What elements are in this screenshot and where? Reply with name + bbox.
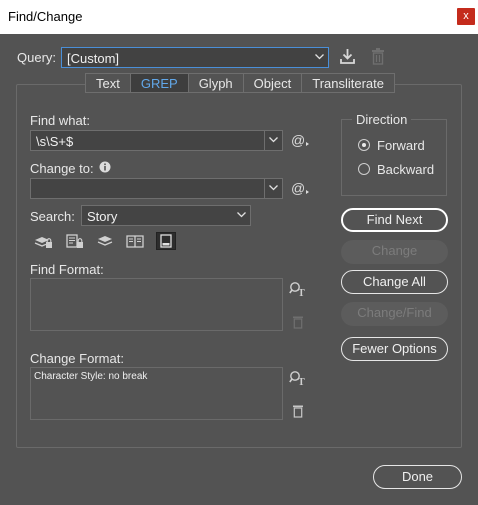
change-button[interactable]: Change	[341, 240, 448, 264]
chevron-down-icon[interactable]	[264, 131, 282, 150]
window-title: Find/Change	[8, 9, 83, 24]
tab-glyph[interactable]: Glyph	[187, 73, 243, 93]
tab-text[interactable]: Text	[85, 73, 130, 93]
special-characters-icon[interactable]: @	[291, 132, 311, 152]
chevron-down-icon	[311, 48, 328, 67]
svg-text:@: @	[291, 132, 305, 148]
query-dropdown[interactable]: [Custom]	[61, 47, 329, 68]
chevron-down-icon	[233, 206, 250, 225]
special-characters-icon[interactable]: @	[291, 180, 311, 200]
done-button[interactable]: Done	[373, 465, 462, 489]
include-locked-stories-icon[interactable]	[65, 232, 85, 250]
search-dropdown[interactable]: Story	[81, 205, 251, 226]
tab-object[interactable]: Object	[242, 73, 302, 93]
include-master-pages-icon[interactable]	[125, 232, 145, 250]
find-format-label: Find Format:	[30, 262, 104, 277]
tab-bar: Text GREP Glyph Object Transliterate	[85, 73, 396, 93]
query-value: [Custom]	[67, 51, 120, 66]
change-format-box[interactable]: Character Style: no break	[30, 367, 283, 420]
include-hidden-layers-icon[interactable]	[95, 232, 115, 250]
backward-radio[interactable]	[358, 163, 370, 175]
change-all-button[interactable]: Change All	[341, 270, 448, 294]
save-query-icon[interactable]	[339, 48, 356, 68]
find-what-value: \s\S+$	[36, 134, 74, 149]
include-locked-layers-icon[interactable]	[33, 232, 53, 250]
direction-label: Direction	[352, 112, 412, 127]
change-find-button[interactable]: Change/Find	[341, 302, 448, 326]
search-value: Story	[87, 209, 118, 224]
clear-attributes-trash-icon[interactable]	[292, 315, 304, 332]
specify-attributes-icon[interactable]: T	[289, 281, 307, 300]
change-format-label: Change Format:	[30, 351, 124, 366]
include-footnotes-icon[interactable]	[156, 232, 176, 250]
chevron-down-icon[interactable]	[264, 179, 282, 198]
search-label: Search:	[30, 209, 75, 224]
change-to-field[interactable]	[30, 178, 283, 199]
forward-radio[interactable]	[358, 139, 370, 151]
backward-label[interactable]: Backward	[377, 162, 434, 177]
svg-text:@: @	[291, 180, 305, 196]
find-what-label: Find what:	[30, 113, 90, 128]
close-button[interactable]: x	[457, 8, 475, 25]
tab-grep[interactable]: GREP	[129, 73, 188, 93]
query-label: Query:	[17, 50, 57, 65]
trash-icon[interactable]	[371, 48, 385, 68]
find-what-field[interactable]: \s\S+$	[30, 130, 283, 151]
clear-attributes-trash-icon[interactable]	[292, 404, 304, 421]
find-format-box[interactable]	[30, 278, 283, 331]
direction-group	[341, 119, 447, 196]
specify-attributes-icon[interactable]: T	[289, 370, 307, 389]
forward-label[interactable]: Forward	[377, 138, 425, 153]
info-icon	[99, 161, 111, 176]
find-next-button[interactable]: Find Next	[341, 208, 448, 232]
svg-text:T: T	[298, 377, 305, 386]
title-bar: Find/Change x	[0, 0, 478, 34]
tab-transliterate[interactable]: Transliterate	[301, 73, 396, 93]
change-to-label: Change to:	[30, 161, 94, 176]
svg-text:T: T	[298, 288, 305, 297]
fewer-options-button[interactable]: Fewer Options	[341, 337, 448, 361]
change-format-value: Character Style: no break	[34, 371, 148, 382]
